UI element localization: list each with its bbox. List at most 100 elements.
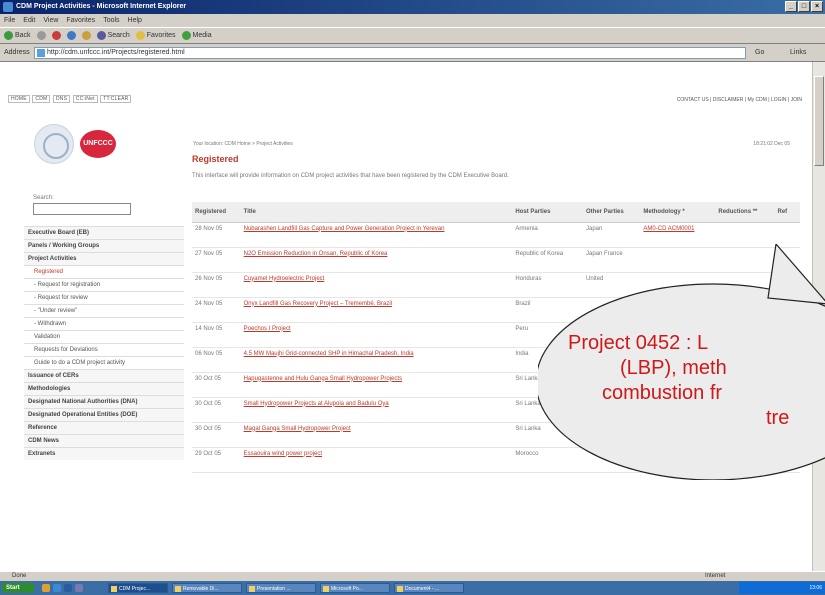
table-cell: 24 Nov 05 (192, 297, 241, 323)
refresh-button[interactable] (66, 31, 76, 40)
media-button[interactable]: Media (181, 28, 212, 43)
project-title-link[interactable]: N2O Emission Reduction in Onsan, Republi… (240, 247, 513, 273)
unfccc-logo: UNFCCC (80, 130, 116, 158)
callout-line-3: combustion fr (602, 382, 722, 404)
nav-home[interactable]: HOME (8, 95, 30, 103)
sidebar-item[interactable]: - Request for registration (24, 278, 184, 291)
nav-cdm[interactable]: CDM (32, 95, 51, 103)
nav-ttclear[interactable]: TT:CLEAR (100, 95, 132, 103)
menu-tools[interactable]: Tools (103, 14, 119, 27)
task-microsoft-powerpoint[interactable]: Microsoft Po... (320, 583, 390, 593)
search-icon (96, 31, 106, 40)
scrollbar-thumb[interactable] (814, 76, 824, 166)
column-header[interactable]: Ref (774, 202, 800, 223)
table-cell: 14 Nov 05 (192, 322, 241, 348)
menu-help[interactable]: Help (128, 14, 142, 27)
column-header[interactable]: Reductions ** (715, 202, 775, 223)
project-title-link[interactable]: 4.5 MW Maujhi Grid-connected SHP in Hima… (240, 347, 513, 373)
table-cell: 30 Oct 05 (192, 397, 241, 423)
sidebar-item[interactable]: Validation (24, 330, 184, 343)
project-title-link[interactable]: Poechos I Project (240, 322, 513, 348)
stop-button[interactable] (51, 31, 61, 40)
sidebar-item[interactable]: - Request for review (24, 291, 184, 304)
sidebar-item[interactable]: Reference (24, 421, 184, 434)
callout-line-2: (LBP), meth (620, 357, 727, 379)
sidebar-item[interactable]: Methodologies (24, 382, 184, 395)
page-timestamp: 18:21:02 Dec 05 (753, 141, 790, 147)
nav-dns[interactable]: DNS (53, 95, 71, 103)
address-bar: Address http://cdm.unfccc.int/Projects/r… (0, 44, 825, 62)
address-input[interactable]: http://cdm.unfccc.int/Projects/registere… (34, 47, 746, 59)
column-header[interactable]: Host Parties (512, 202, 583, 223)
table-cell: 27 Nov 05 (192, 247, 241, 273)
sidebar-item[interactable]: Guide to do a CDM project activity (24, 356, 184, 369)
callout-line-1: Project 0452 : L (568, 332, 708, 354)
sidebar-item[interactable]: Executive Board (EB) (24, 226, 184, 239)
sidebar-item[interactable]: Designated National Authorities (DNA) (24, 395, 184, 408)
system-tray: 13:06 (739, 582, 825, 594)
favorites-button[interactable]: Favorites (135, 28, 176, 43)
back-arrow-icon (4, 31, 13, 40)
menu-view[interactable]: View (43, 14, 58, 27)
project-title-link[interactable]: Small Hydropower Projects at Alupola and… (240, 397, 513, 423)
project-title-link[interactable]: Essaouira wind power project (240, 447, 513, 473)
project-title-link[interactable]: Nubarashen Landfill Gas Capture and Powe… (240, 222, 513, 248)
project-title-link[interactable]: Onyx Landfill Gas Recovery Project – Tre… (240, 297, 513, 323)
callout-line-4: tre (766, 407, 789, 429)
column-header[interactable]: Registered (192, 202, 241, 223)
forward-button[interactable] (36, 31, 46, 40)
security-zone: Internet (705, 573, 726, 579)
close-button[interactable]: × (811, 1, 823, 12)
start-button[interactable]: Start (2, 583, 34, 593)
quicklaunch-desktop-icon[interactable] (75, 584, 83, 592)
callout-shape: Project 0452 : L (LBP), meth combustion … (538, 244, 825, 480)
page-intro: This interface will provide information … (192, 173, 509, 179)
site-top-links[interactable]: CONTACT US | DISCLAIMER | My CDM | LOGIN… (677, 97, 802, 103)
task-document4[interactable]: Document4 - ... (394, 583, 464, 593)
menu-favorites[interactable]: Favorites (66, 14, 95, 27)
sidebar-item[interactable]: Registered (24, 265, 184, 278)
sidebar-item[interactable]: - Withdrawn (24, 317, 184, 330)
search-button[interactable]: Search (96, 28, 130, 43)
project-title-link[interactable]: Magal Ganga Small Hydropower Project (240, 422, 513, 448)
windows-taskbar: Start CDM Projec... Removable Di... Pres… (0, 581, 825, 595)
project-title-link[interactable]: Cuyamel Hydroelectric Project (240, 272, 513, 298)
quicklaunch-outlook-icon[interactable] (42, 584, 50, 592)
table-cell: 26 Nov 05 (192, 272, 241, 298)
task-removable-disk[interactable]: Removable Di... (172, 583, 242, 593)
internet-explorer-icon (3, 2, 13, 12)
sidebar-item[interactable]: Issuance of CERs (24, 369, 184, 382)
task-presentation[interactable]: Presentation ... (246, 583, 316, 593)
links-button[interactable]: Links (790, 44, 806, 62)
sidebar-item[interactable]: Extranets (24, 447, 184, 460)
star-icon (135, 31, 145, 40)
address-label: Address (4, 49, 30, 56)
window-title: CDM Project Activities - Microsoft Inter… (16, 3, 187, 10)
quicklaunch-ie-icon[interactable] (53, 584, 61, 592)
browser-toolbar: Back Search Favorites Media (0, 27, 825, 44)
column-header[interactable]: Methodology * (640, 202, 716, 223)
column-header[interactable]: Other Parties (583, 202, 641, 223)
sidebar-item[interactable]: Panels / Working Groups (24, 239, 184, 252)
back-button[interactable]: Back (4, 28, 31, 43)
sidebar-item[interactable]: Requests for Deviations (24, 343, 184, 356)
nav-ccinet[interactable]: CC:iNet (72, 95, 98, 103)
maximize-button[interactable]: □ (798, 1, 810, 12)
column-header[interactable]: Title (240, 202, 513, 223)
quicklaunch-word-icon[interactable] (64, 584, 72, 592)
task-cdm-projects[interactable]: CDM Projec... (108, 583, 168, 593)
go-button[interactable]: Go (755, 47, 764, 59)
search-input[interactable] (33, 203, 131, 215)
table-cell: 30 Oct 05 (192, 372, 241, 398)
home-icon (81, 31, 91, 40)
sidebar-item[interactable]: Project Activities (24, 252, 184, 265)
project-title-link[interactable]: Hapugastenne and Hulu Ganga Small Hydrop… (240, 372, 513, 398)
minimize-button[interactable]: _ (785, 1, 797, 12)
sidebar-item[interactable]: CDM News (24, 434, 184, 447)
menu-edit[interactable]: Edit (23, 14, 35, 27)
sidebar-item[interactable]: - "Under review" (24, 304, 184, 317)
menu-file[interactable]: File (4, 14, 15, 27)
un-emblem-logo (34, 124, 74, 164)
home-button[interactable] (81, 31, 91, 40)
sidebar-item[interactable]: Designated Operational Entities (DOE) (24, 408, 184, 421)
